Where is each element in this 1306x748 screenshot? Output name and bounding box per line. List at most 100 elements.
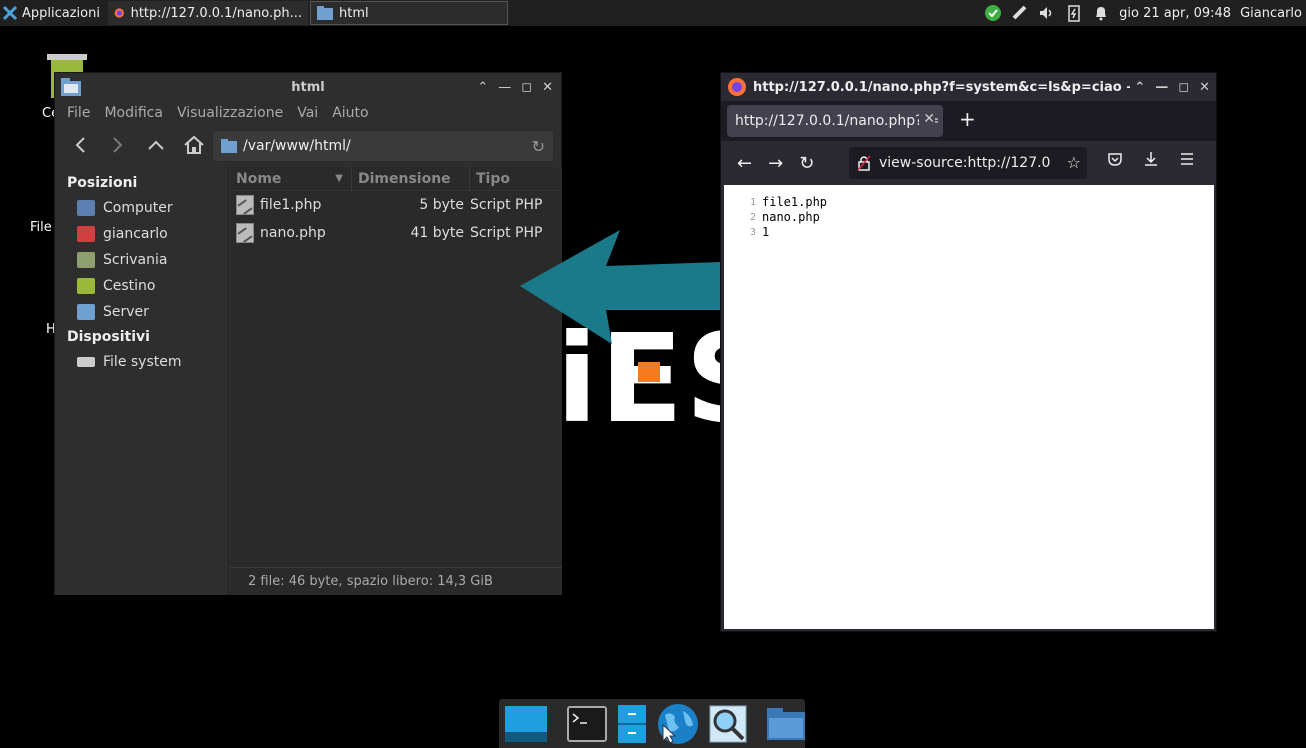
home-icon [77, 226, 95, 242]
menubar: File Modifica Visualizzazione Vai Aiuto [55, 101, 561, 125]
menu-edit[interactable]: Modifica [104, 105, 163, 121]
menu-go[interactable]: Vai [297, 105, 318, 121]
sidebar-item-server[interactable]: Server [55, 299, 228, 325]
sidebar-item-desktop[interactable]: Scrivania [55, 247, 228, 273]
menu-view[interactable]: Visualizzazione [177, 105, 283, 121]
menu-help[interactable]: Aiuto [332, 105, 368, 121]
xfce-logo-icon [2, 5, 18, 21]
taskbar-file-manager[interactable]: html [310, 1, 508, 25]
menu-file[interactable]: File [67, 105, 90, 121]
source-line: 2 nano.php [724, 210, 1214, 225]
location-bar[interactable]: /var/www/html/ ↻ [212, 130, 554, 162]
shade-button[interactable]: ⌃ [1134, 80, 1145, 95]
forward-button[interactable] [107, 134, 129, 156]
pocket-icon[interactable] [1107, 151, 1123, 171]
chevron-left-icon [75, 137, 85, 153]
maximize-button[interactable]: ◻ [521, 80, 532, 95]
dock-web-browser[interactable] [657, 703, 699, 745]
page-content: 1 file1.php 2 nano.php 31 [724, 185, 1214, 629]
browser-titlebar[interactable]: http://127.0.0.1/nano.php?f=system&c=ls&… [721, 73, 1216, 101]
sidebar-heading-devices: Dispositivi [67, 329, 150, 345]
maximize-button[interactable]: ◻ [1178, 80, 1189, 95]
sidebar-item-computer[interactable]: Computer [55, 195, 228, 221]
taskbar-firefox-label: http://127.0.0.1/nano.ph... [130, 5, 302, 21]
tab-nano-php[interactable]: http://127.0.0.1/nano.php?f= ✕ [727, 105, 943, 137]
shade-button[interactable]: ⌃ [477, 80, 488, 95]
file-size: 5 byte [419, 197, 464, 213]
sidebar-item-home[interactable]: giancarlo [55, 221, 228, 247]
dock-terminal[interactable] [567, 703, 607, 745]
file-row[interactable]: nano.php 41 byte Script PHP [230, 219, 562, 247]
dock-file-cabinet[interactable] [617, 703, 647, 745]
network-icon[interactable] [1011, 4, 1029, 22]
taskbar-file-manager-label: html [339, 5, 369, 21]
applications-menu[interactable]: Applicazioni [2, 0, 100, 26]
folder-icon [77, 304, 95, 320]
file-manager-window: html ⌃ — ◻ ✕ File Modifica Visualizzazio… [54, 72, 562, 595]
line-number: 3 [749, 227, 756, 238]
file-cabinet-icon [618, 704, 646, 743]
column-name[interactable]: Nome ▼ [230, 166, 352, 191]
dock [499, 699, 805, 748]
applications-label: Applicazioni [22, 5, 100, 21]
line-text: 1 [762, 225, 770, 239]
reload-icon[interactable]: ↻ [799, 153, 814, 174]
forward-arrow-icon[interactable]: → [768, 153, 783, 174]
toolbar: /var/www/html/ ↻ [55, 125, 561, 165]
drive-icon [77, 357, 95, 367]
magnifier-icon [709, 705, 747, 742]
file-list: Nome ▼ Dimensione Tipo file1.php 5 byte S… [230, 166, 562, 595]
volume-icon[interactable] [1038, 4, 1056, 22]
new-tab-button[interactable]: + [959, 107, 976, 131]
tab-close-icon[interactable]: ✕ [919, 111, 935, 127]
minimize-button[interactable]: — [1155, 80, 1168, 95]
minimize-button[interactable]: — [498, 80, 511, 95]
reload-icon[interactable]: ↻ [532, 137, 545, 156]
firefox-icon [728, 78, 746, 96]
file-size: 41 byte [410, 225, 464, 241]
close-button[interactable]: ✕ [542, 80, 553, 95]
clock[interactable]: gio 21 apr, 09:48 [1119, 6, 1231, 21]
home-icon [184, 135, 204, 154]
annotation-arrow [520, 230, 720, 344]
file-name: nano.php [260, 225, 326, 241]
file-row[interactable]: file1.php 5 byte Script PHP [230, 191, 562, 219]
sidebar-item-filesystem[interactable]: File system [55, 349, 228, 375]
back-arrow-icon[interactable]: ← [737, 153, 752, 174]
home-button[interactable] [183, 134, 205, 156]
line-text: nano.php [762, 210, 820, 224]
file-type: Script PHP [470, 197, 543, 213]
dock-folder[interactable] [767, 703, 805, 745]
back-button[interactable] [69, 134, 91, 156]
file-manager-titlebar[interactable]: html ⌃ — ◻ ✕ [55, 73, 561, 101]
column-type[interactable]: Tipo [470, 167, 560, 191]
taskbar-firefox[interactable]: http://127.0.0.1/nano.ph... [108, 1, 308, 25]
bookmark-star-icon[interactable]: ☆ [1066, 153, 1081, 172]
globe-icon [658, 703, 698, 744]
trash-icon [77, 278, 95, 294]
notifications-icon[interactable] [1092, 4, 1110, 22]
dock-app-finder[interactable] [709, 703, 747, 745]
sidebar-item-trash[interactable]: Cestino [55, 273, 228, 299]
sidebar-item-label: Server [103, 304, 149, 320]
location-text: /var/www/html/ [243, 138, 351, 154]
folder-icon [767, 707, 805, 740]
chevron-up-icon [148, 140, 164, 150]
downloads-icon[interactable] [1143, 151, 1159, 171]
status-bar: 2 file: 46 byte, spazio libero: 14,3 GiB [230, 567, 562, 595]
hamburger-menu-icon[interactable] [1179, 151, 1195, 171]
line-text: file1.php [762, 195, 828, 209]
update-check-icon[interactable] [984, 4, 1002, 22]
url-bar[interactable]: view-source:http://127.0 ☆ [849, 147, 1087, 179]
up-button[interactable] [145, 134, 167, 156]
sidebar-item-label: Computer [103, 200, 173, 216]
column-name-label: Nome [236, 170, 282, 187]
user-name[interactable]: Giancarlo [1240, 6, 1302, 21]
sidebar-item-label: File system [103, 354, 182, 370]
battery-icon[interactable] [1065, 4, 1083, 22]
folder-icon [221, 139, 237, 153]
close-button[interactable]: ✕ [1199, 80, 1210, 95]
php-file-icon [236, 223, 254, 243]
column-size[interactable]: Dimensione [352, 166, 470, 191]
dock-show-desktop[interactable] [505, 703, 547, 745]
